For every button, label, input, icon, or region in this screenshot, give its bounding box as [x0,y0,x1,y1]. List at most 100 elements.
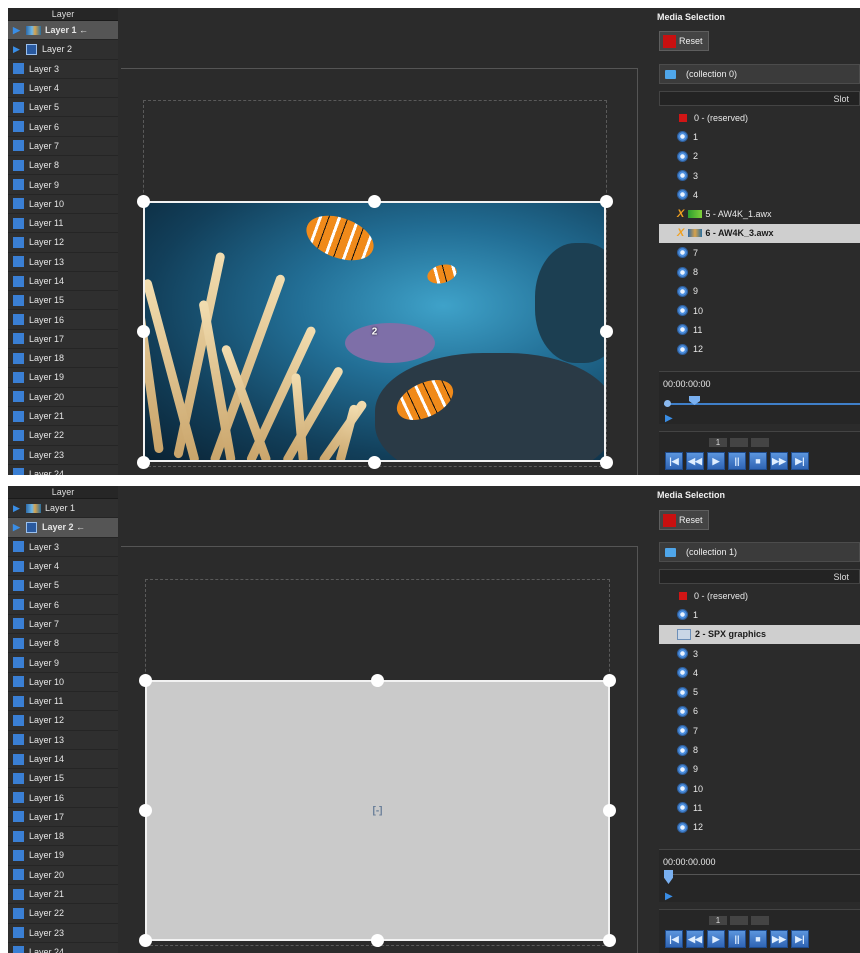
layer-item-7[interactable]: Layer 7 [8,615,118,635]
resize-handle-nw[interactable] [136,194,150,208]
playhead-marker[interactable] [689,396,700,405]
slot-item-9[interactable]: 9 [659,760,860,779]
layer-item-18[interactable]: Layer 18 [8,827,118,847]
layer-item-5[interactable]: Layer 5 [8,98,118,118]
layer-item-5[interactable]: Layer 5 [8,576,118,596]
reset-button[interactable]: Reset [659,510,709,530]
play-icon[interactable]: ▶ [665,891,673,902]
layer-item-20[interactable]: Layer 20 [8,388,118,407]
slot-item-3[interactable]: 3 [659,644,860,663]
slot-column-header[interactable]: Slot [659,569,860,584]
layer-item-4[interactable]: Layer 4 [8,79,118,99]
slot-item-5[interactable]: X 5 - AW4K_1.awx [659,204,860,223]
layer-item-1[interactable]: ▶ Layer 1 [8,499,118,519]
layer-item-21[interactable]: Layer 21 [8,407,118,427]
pause-icon[interactable]: || [728,930,746,948]
layer-item-16[interactable]: Layer 16 [8,310,118,330]
resize-handle-se[interactable] [599,455,613,469]
slot-item-1[interactable]: 1 [659,127,860,146]
layer-item-17[interactable]: Layer 17 [8,330,118,350]
resize-handle-e[interactable] [599,324,613,338]
transport-tab-3[interactable] [751,916,769,925]
resize-handle-s[interactable] [367,455,381,469]
slot-item-2[interactable]: 2 - SPX graphics [659,624,860,644]
resize-handle-nw[interactable] [138,673,152,687]
resize-handle-w[interactable] [136,324,150,338]
skip-end-icon[interactable]: ▶| [791,930,809,948]
layer-item-13[interactable]: Layer 13 [8,253,118,272]
resize-handle-sw[interactable] [138,933,152,947]
layer-item-20[interactable]: Layer 20 [8,866,118,885]
slot-item-1[interactable]: 1 [659,605,860,624]
play-icon[interactable]: ▶ [707,452,725,470]
transport-tab-2[interactable] [730,916,748,925]
transport-tab-1[interactable]: 1 [709,438,727,447]
slot-item-2[interactable]: 2 [659,147,860,166]
slot-item-4[interactable]: 4 [659,663,860,682]
slot-item-8[interactable]: 8 [659,262,860,281]
layer-item-15[interactable]: Layer 15 [8,291,118,311]
layer-item-19[interactable]: Layer 19 [8,846,118,866]
play-icon[interactable]: ▶ [665,413,673,424]
layer-item-15[interactable]: Layer 15 [8,769,118,789]
layer-item-16[interactable]: Layer 16 [8,788,118,808]
transport-tab-1[interactable]: 1 [709,916,727,925]
layer-item-3[interactable]: Layer 3 [8,538,118,557]
layer-item-12[interactable]: Layer 12 [8,711,118,731]
layer-item-11[interactable]: Layer 11 [8,214,118,234]
slot-item-4[interactable]: 4 [659,185,860,204]
layer-item-3[interactable]: Layer 3 [8,60,118,79]
slot-column-header[interactable]: Slot [659,91,860,106]
layer-item-24[interactable]: Layer 24 [8,943,118,953]
timeline-start-knob[interactable] [664,400,671,407]
slot-item-11[interactable]: 11 [659,798,860,817]
stop-icon[interactable]: ■ [749,452,767,470]
layer-item-8[interactable]: Layer 8 [8,634,118,654]
preview-canvas[interactable]: 2 [118,8,648,475]
layer-item-9[interactable]: Layer 9 [8,653,118,673]
layer-item-1[interactable]: ▶ Layer 1 ← [8,21,118,41]
playhead-marker[interactable] [664,870,673,884]
layer-item-7[interactable]: Layer 7 [8,137,118,157]
layer-item-22[interactable]: Layer 22 [8,426,118,446]
resize-handle-ne[interactable] [599,194,613,208]
slot-item-9[interactable]: 9 [659,282,860,301]
layer-item-4[interactable]: Layer 4 [8,557,118,577]
preview-canvas[interactable]: [-] [118,486,648,953]
slot-item-6[interactable]: 6 [659,702,860,721]
layer-bounding-box[interactable]: 2 [143,201,606,462]
stop-icon[interactable]: ■ [749,930,767,948]
timeline-track[interactable] [664,396,860,407]
slot-item-8[interactable]: 8 [659,740,860,759]
layer-item-12[interactable]: Layer 12 [8,233,118,253]
rewind-icon[interactable]: ◀◀ [686,452,704,470]
layer-item-22[interactable]: Layer 22 [8,904,118,924]
graphics-layer-box[interactable]: [-] [145,680,610,941]
timeline-track[interactable] [664,870,860,884]
resize-handle-n[interactable] [367,194,381,208]
collection-selector[interactable]: (collection 1) [659,542,860,562]
resize-handle-n[interactable] [370,673,384,687]
layer-item-2[interactable]: ▶ Layer 2 ← [8,518,118,538]
slot-item-10[interactable]: 10 [659,301,860,320]
resize-handle-ne[interactable] [602,673,616,687]
layer-item-10[interactable]: Layer 10 [8,673,118,692]
fast-forward-icon[interactable]: ▶▶ [770,452,788,470]
slot-item-12[interactable]: 12 [659,340,860,358]
slot-item-6[interactable]: X 6 - AW4K_3.awx [659,223,860,244]
slot-item-12[interactable]: 12 [659,818,860,836]
play-icon[interactable]: ▶ [707,930,725,948]
fast-forward-icon[interactable]: ▶▶ [770,930,788,948]
slot-item-3[interactable]: 3 [659,166,860,185]
slot-item-11[interactable]: 11 [659,320,860,339]
skip-end-icon[interactable]: ▶| [791,452,809,470]
collection-selector[interactable]: (collection 0) [659,64,860,84]
layer-item-8[interactable]: Layer 8 [8,156,118,176]
slot-item-10[interactable]: 10 [659,779,860,798]
layer-item-6[interactable]: Layer 6 [8,117,118,137]
layer-item-23[interactable]: Layer 23 [8,924,118,943]
layer-item-23[interactable]: Layer 23 [8,446,118,465]
reset-button[interactable]: Reset [659,31,709,51]
transport-tab-3[interactable] [751,438,769,447]
layer-item-2[interactable]: ▶ Layer 2 [8,40,118,60]
